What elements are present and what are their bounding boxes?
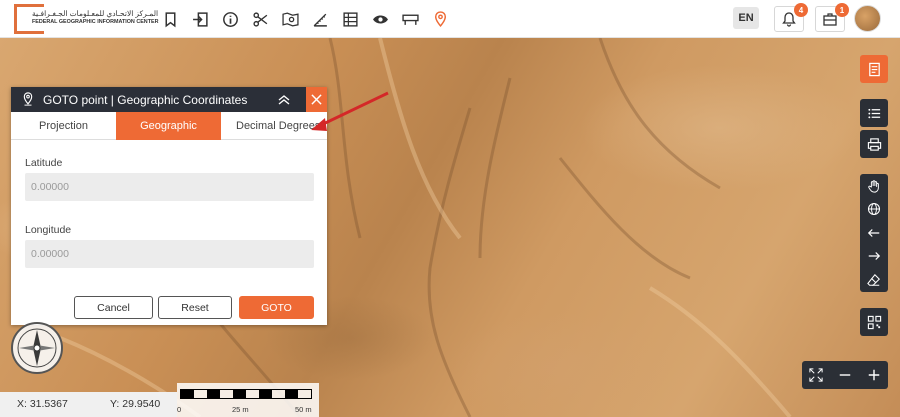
notifications-badge: 4 [794,3,808,17]
y-coordinate: Y: 29.9540 [110,398,161,410]
arrow-left-icon[interactable] [860,221,888,245]
notifications-button[interactable]: 4 [774,3,808,32]
zoom-controls [802,361,888,389]
arrow-right-icon[interactable] [860,245,888,269]
fgic-logo[interactable]: المـركز الاتحـادي للمعـلومات الجـغـرافـي… [14,4,158,34]
scale-label-50: 50 m [295,405,312,414]
x-coordinate: X: 31.5367 [17,398,68,410]
latitude-input[interactable] [25,173,314,201]
compass-icon [17,328,57,368]
collapse-chevron-icon[interactable] [276,92,292,108]
scale-label-25: 25 m [232,405,249,414]
list-icon [867,108,880,118]
messages-badge: 1 [835,3,849,17]
print-button[interactable] [860,130,888,158]
zoom-out-icon[interactable] [832,362,858,388]
top-bar: المـركز الاتحـادي للمعـلومات الجـغـرافـي… [0,0,900,38]
close-icon [311,94,322,105]
longitude-label: Longitude [25,224,72,236]
cancel-button[interactable]: Cancel [74,296,153,319]
latitude-label: Latitude [25,157,63,169]
coordinate-readout: X: 31.5367 Y: 29.9540 [0,392,177,417]
panel-title: GOTO point | Geographic Coordinates [43,93,248,107]
scale-bar: 0 25 m 50 m [177,383,319,417]
bookmark-icon[interactable] [158,7,182,31]
table-icon[interactable] [338,7,362,31]
print-icon [867,137,881,151]
logo-english-text: FEDERAL GEOGRAPHIC INFORMATION CENTER [32,19,159,25]
report-icon [868,62,880,76]
compass-control[interactable] [11,322,63,374]
zoom-in-icon[interactable] [861,362,887,388]
qr-code-button[interactable] [860,308,888,336]
layer-list-button[interactable] [860,99,888,127]
location-pin-icon [23,92,33,106]
goto-button[interactable]: GOTO [239,296,314,319]
sign-board-icon[interactable] [398,7,422,31]
pan-hand-icon[interactable] [860,174,888,198]
scale-label-0: 0 [177,405,182,414]
messages-button[interactable]: 1 [815,3,849,32]
panel-header: GOTO point | Geographic Coordinates [11,87,327,112]
map-search-icon[interactable] [278,7,302,31]
scissors-icon[interactable] [248,7,272,31]
globe-icon[interactable] [860,198,888,222]
info-icon[interactable] [218,7,242,31]
sign-in-icon[interactable] [188,7,212,31]
measure-ruler-icon[interactable] [308,7,332,31]
tab-decimal-degrees[interactable]: Decimal Degrees [221,112,327,140]
coordinate-tabs: Projection Geographic Decimal Degrees [11,112,327,140]
report-button[interactable] [860,55,888,83]
logo-arabic-text: المـركز الاتحـادي للمعـلومات الجـغـرافـي… [32,9,159,18]
goto-point-panel: GOTO point | Geographic Coordinates Proj… [11,87,327,325]
user-avatar[interactable] [854,5,881,32]
tab-projection[interactable]: Projection [11,112,116,140]
scale-bar-graphic [180,389,312,399]
qr-code-icon [867,315,881,329]
eraser-icon[interactable] [860,268,888,292]
location-pin-icon[interactable] [428,7,452,31]
longitude-input[interactable] [25,240,314,268]
reset-button[interactable]: Reset [158,296,232,319]
toolbar [155,7,455,31]
map-tools-group [860,174,888,292]
close-button[interactable] [306,87,327,112]
tab-geographic[interactable]: Geographic [116,112,221,140]
language-toggle-button[interactable]: EN [733,7,759,29]
fullscreen-icon[interactable] [803,362,829,388]
eye-icon[interactable] [368,7,392,31]
